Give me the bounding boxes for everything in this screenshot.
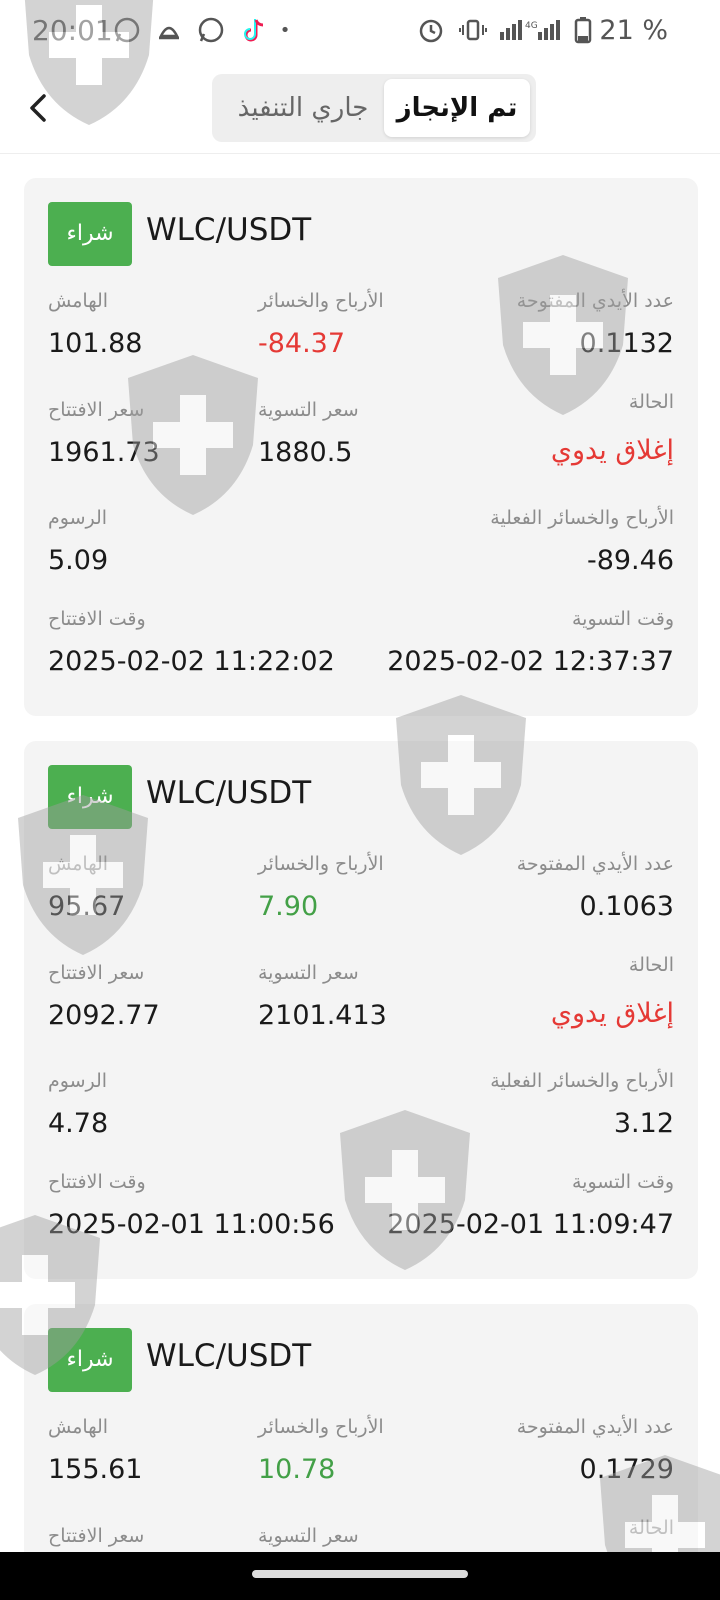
trade-pair: WLC/USDT xyxy=(146,212,312,248)
open-time-label: وقت الافتتاح xyxy=(48,1171,146,1193)
pnl-value: 10.78 xyxy=(258,1454,336,1485)
real-pnl-label: الأرباح والخسائر الفعلية xyxy=(490,1070,674,1092)
trade-history-screen: 20:01 • 4G 21 % جاري التنفيذ تم الإنجاز … xyxy=(0,0,720,1600)
trade-card[interactable]: شراء WLC/USDT الهامش الأرباح والخسائر عد… xyxy=(24,178,698,716)
status-value: إغلاق يدوي xyxy=(550,998,674,1029)
margin-label: الهامش xyxy=(48,290,109,312)
dot-icon: • xyxy=(279,20,291,41)
home-gesture-bar[interactable] xyxy=(252,1570,468,1578)
open-time-value: 2025-02-02 11:22:02 xyxy=(48,646,335,677)
notification-icon xyxy=(154,16,184,46)
trade-pair: WLC/USDT xyxy=(146,775,312,811)
status-time: 20:01 xyxy=(32,14,113,47)
tab-completed[interactable]: تم الإنجاز xyxy=(384,79,530,137)
open-time-value: 2025-02-01 11:00:56 xyxy=(48,1209,335,1240)
status-label: الحالة xyxy=(628,1517,674,1539)
settle-price-label: سعر التسوية xyxy=(258,1525,359,1547)
side-badge: شراء xyxy=(48,1328,132,1392)
pnl-label: الأرباح والخسائر xyxy=(258,290,384,312)
system-nav-bar xyxy=(0,1552,720,1600)
open-price-value: 1961.73 xyxy=(48,437,160,468)
signal-icon: 4G xyxy=(498,16,564,46)
settle-price-value: 1880.5 xyxy=(258,437,353,468)
settle-time-label: وقت التسوية xyxy=(572,1171,674,1193)
svg-text:4G: 4G xyxy=(525,21,538,31)
pnl-label: الأرباح والخسائر xyxy=(258,1416,384,1438)
pnl-value: 7.90 xyxy=(258,891,319,922)
settle-price-label: سعر التسوية xyxy=(258,399,359,421)
battery-icon xyxy=(568,16,598,46)
real-pnl-label: الأرباح والخسائر الفعلية xyxy=(490,507,674,529)
open-positions-label: عدد الأيدي المفتوحة xyxy=(516,290,674,312)
open-positions-label: عدد الأيدي المفتوحة xyxy=(516,853,674,875)
vibrate-icon xyxy=(458,16,488,46)
open-price-label: سعر الافتتاح xyxy=(48,1525,145,1547)
fees-label: الرسوم xyxy=(48,507,108,529)
side-badge: شراء xyxy=(48,202,132,266)
status-tabs: جاري التنفيذ تم الإنجاز xyxy=(212,74,536,142)
status-label: الحالة xyxy=(628,391,674,413)
trade-pair: WLC/USDT xyxy=(146,1338,312,1374)
side-badge: شراء xyxy=(48,765,132,829)
open-positions-value: 0.1132 xyxy=(579,328,674,359)
back-button[interactable] xyxy=(20,84,60,132)
fees-value: 5.09 xyxy=(48,545,109,576)
margin-value: 95.67 xyxy=(48,891,126,922)
margin-value: 155.61 xyxy=(48,1454,143,1485)
settle-price-value: 2101.413 xyxy=(258,1000,387,1031)
settle-time-value: 2025-02-02 12:37:37 xyxy=(387,646,674,677)
margin-value: 101.88 xyxy=(48,328,143,359)
tiktok-icon xyxy=(240,16,270,46)
status-bar: 20:01 • 4G 21 % xyxy=(0,0,720,64)
margin-label: الهامش xyxy=(48,1416,109,1438)
open-positions-label: عدد الأيدي المفتوحة xyxy=(516,1416,674,1438)
open-positions-value: 0.1729 xyxy=(579,1454,674,1485)
settle-price-label: سعر التسوية xyxy=(258,962,359,984)
real-pnl-value: -89.46 xyxy=(586,545,674,576)
status-label: الحالة xyxy=(628,954,674,976)
real-pnl-value: 3.12 xyxy=(613,1108,674,1139)
open-positions-value: 0.1063 xyxy=(579,891,674,922)
whatsapp-icon xyxy=(112,16,142,46)
open-price-label: سعر الافتتاح xyxy=(48,399,145,421)
status-value: إغلاق يدوي xyxy=(550,435,674,466)
header: جاري التنفيذ تم الإنجاز xyxy=(0,64,720,154)
battery-percent: 21 % xyxy=(599,15,668,46)
alarm-icon xyxy=(416,16,446,46)
chevron-left-icon xyxy=(30,94,46,122)
fees-value: 4.78 xyxy=(48,1108,109,1139)
pnl-value: -84.37 xyxy=(258,328,346,359)
fees-label: الرسوم xyxy=(48,1070,108,1092)
open-price-label: سعر الافتتاح xyxy=(48,962,145,984)
pnl-label: الأرباح والخسائر xyxy=(258,853,384,875)
open-time-label: وقت الافتتاح xyxy=(48,608,146,630)
tab-in-progress[interactable]: جاري التنفيذ xyxy=(218,79,388,137)
trade-card[interactable]: شراء WLC/USDT الهامش الأرباح والخسائر عد… xyxy=(24,741,698,1279)
settle-time-value: 2025-02-01 11:09:47 xyxy=(387,1209,674,1240)
open-price-value: 2092.77 xyxy=(48,1000,160,1031)
settle-time-label: وقت التسوية xyxy=(572,608,674,630)
margin-label: الهامش xyxy=(48,853,109,875)
whatsapp-icon xyxy=(196,16,226,46)
